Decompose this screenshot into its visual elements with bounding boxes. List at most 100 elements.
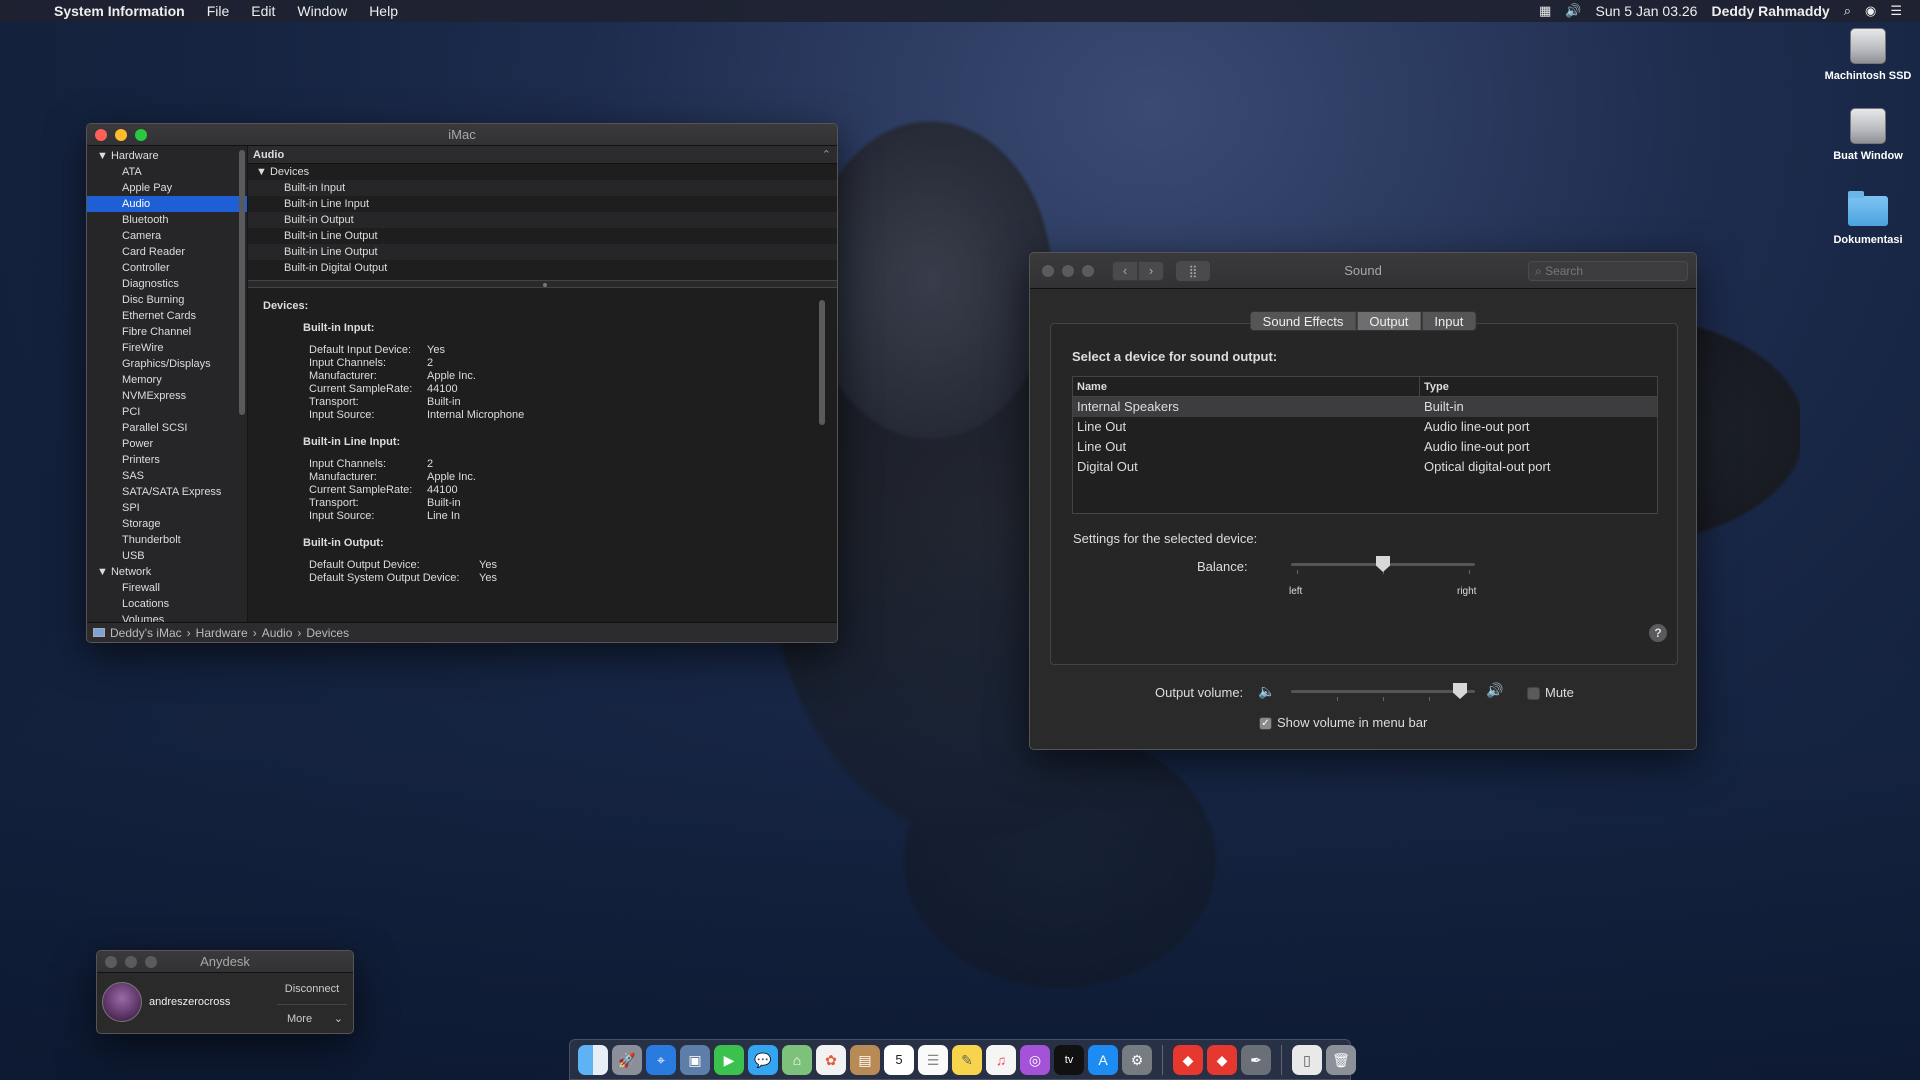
preview-icon[interactable]: ▣ (680, 1044, 710, 1075)
list-item[interactable]: Built-in Output (248, 212, 837, 228)
music-icon[interactable]: ♫ (986, 1044, 1016, 1075)
notification-center-icon[interactable]: ☰ (1890, 3, 1902, 19)
menu-window[interactable]: Window (297, 3, 347, 19)
balance-slider[interactable] (1291, 554, 1475, 584)
photos-icon[interactable]: ✿ (816, 1044, 846, 1075)
list-item[interactable]: Built-in Digital Output (248, 260, 837, 276)
section-header[interactable]: Audio ⌃ (248, 146, 837, 164)
spotlight-search-icon[interactable]: ⌕ (1844, 3, 1851, 19)
sidebar-item-controller[interactable]: Controller (87, 260, 247, 276)
anydesk-icon[interactable]: ◆ (1173, 1044, 1203, 1075)
trash-icon[interactable]: 🗑 (1326, 1044, 1356, 1075)
tab-sound-effects[interactable]: Sound Effects (1249, 311, 1357, 331)
sidebar-item-sata[interactable]: SATA/SATA Express (87, 484, 247, 500)
sidebar-item-memory[interactable]: Memory (87, 372, 247, 388)
sidebar-item-storage[interactable]: Storage (87, 516, 247, 532)
path-item[interactable]: Hardware (196, 623, 248, 643)
minimize-button[interactable] (1062, 264, 1074, 277)
detail-scrollbar[interactable] (819, 300, 825, 425)
desktop-icon-dokumentasi[interactable]: Dokumentasi (1813, 190, 1920, 246)
anydesk-icon-2[interactable]: ◆ (1207, 1044, 1237, 1075)
table-row[interactable]: Line Out Audio line-out port (1073, 437, 1657, 457)
reminders-icon[interactable]: ☰ (918, 1044, 948, 1075)
sidebar-item-power[interactable]: Power (87, 436, 247, 452)
output-volume-slider[interactable] (1291, 681, 1475, 705)
sidebar-item-diagnostics[interactable]: Diagnostics (87, 276, 247, 292)
system-preferences-icon[interactable]: ⚙ (1122, 1044, 1152, 1075)
forward-button[interactable]: › (1138, 260, 1164, 281)
path-item[interactable]: Audio (262, 623, 293, 643)
launchpad-icon[interactable]: 🚀 (612, 1044, 642, 1075)
sidebar-item-camera[interactable]: Camera (87, 228, 247, 244)
close-button[interactable] (1042, 264, 1054, 277)
menu-user[interactable]: Deddy Rahmaddy (1711, 3, 1829, 19)
sidebar-item-volumes[interactable]: Volumes (87, 612, 247, 622)
table-row[interactable]: Digital Out Optical digital-out port (1073, 457, 1657, 477)
calendar-icon[interactable]: 5 (884, 1044, 914, 1075)
balance-knob[interactable] (1376, 556, 1390, 572)
sidebar-item-spi[interactable]: SPI (87, 500, 247, 516)
sidebar-item-pci[interactable]: PCI (87, 404, 247, 420)
sidebar-item-audio[interactable]: Audio (87, 196, 247, 212)
safari-icon[interactable]: ⌖ (646, 1044, 676, 1075)
help-button[interactable]: ? (1649, 624, 1667, 642)
list-item[interactable]: Built-in Line Output (248, 228, 837, 244)
sidebar-item-parallel-scsi[interactable]: Parallel SCSI (87, 420, 247, 436)
tv-icon[interactable]: tv (1054, 1044, 1084, 1075)
notes-icon[interactable]: ✎ (952, 1044, 982, 1075)
maps-icon[interactable]: ⌂ (782, 1044, 812, 1075)
minimize-button[interactable] (125, 955, 137, 968)
column-header-type[interactable]: Type (1420, 377, 1449, 396)
finder-icon[interactable] (578, 1044, 608, 1075)
sidebar-item-card-reader[interactable]: Card Reader (87, 244, 247, 260)
app-name-menu[interactable]: System Information (54, 3, 185, 19)
table-row[interactable]: Internal Speakers Built-in (1073, 397, 1657, 417)
tab-input[interactable]: Input (1421, 311, 1477, 331)
volume-icon[interactable]: 🔊 (1565, 3, 1581, 19)
column-header-name[interactable]: Name (1073, 377, 1420, 396)
mute-checkbox[interactable] (1527, 687, 1540, 700)
sidebar-item-printers[interactable]: Printers (87, 452, 247, 468)
facetime-icon[interactable]: ▶ (714, 1044, 744, 1075)
sidebar-scrollbar[interactable] (239, 150, 245, 415)
document-icon[interactable]: ▯ (1292, 1044, 1322, 1075)
app-store-icon[interactable]: A (1088, 1044, 1118, 1075)
contacts-icon[interactable]: ▤ (850, 1044, 880, 1075)
show-all-grid-icon[interactable]: ⣿ (1176, 260, 1210, 281)
activity-monitor-icon[interactable]: ▦ (1539, 3, 1551, 19)
desktop-icon-buat-window[interactable]: Buat Window (1813, 108, 1920, 162)
sidebar-item-fibre-channel[interactable]: Fibre Channel (87, 324, 247, 340)
sidebar-item-locations[interactable]: Locations (87, 596, 247, 612)
zoom-button[interactable] (145, 955, 157, 968)
volume-knob[interactable] (1453, 683, 1467, 699)
path-item[interactable]: Devices (306, 623, 349, 643)
sidebar-item-ethernet-cards[interactable]: Ethernet Cards (87, 308, 247, 324)
siri-icon[interactable]: ◉ (1865, 3, 1876, 19)
path-item[interactable]: Deddy's iMac (110, 623, 182, 643)
menu-file[interactable]: File (207, 3, 230, 19)
title-bar[interactable]: ‹ › ⣿ Sound ⌕ Search (1030, 253, 1696, 289)
menu-edit[interactable]: Edit (251, 3, 275, 19)
sidebar-item-disc-burning[interactable]: Disc Burning (87, 292, 247, 308)
back-button[interactable]: ‹ (1112, 260, 1138, 281)
title-bar[interactable]: Anydesk (97, 951, 353, 973)
more-button[interactable]: More ⌄ (277, 1007, 347, 1031)
sidebar-item-sas[interactable]: SAS (87, 468, 247, 484)
sidebar-item-apple-pay[interactable]: Apple Pay (87, 180, 247, 196)
sidebar-item-nvmexpress[interactable]: NVMExpress (87, 388, 247, 404)
search-input[interactable]: ⌕ Search (1528, 261, 1688, 281)
desktop-icon-macintosh-ssd[interactable]: Machintosh SSD (1813, 28, 1920, 82)
sidebar-section-network[interactable]: ▼ Network (87, 564, 247, 580)
split-divider[interactable] (248, 280, 837, 288)
title-bar[interactable]: iMac (87, 124, 837, 146)
zoom-button[interactable] (1082, 264, 1094, 277)
tab-output[interactable]: Output (1356, 311, 1422, 331)
sidebar-item-graphics-displays[interactable]: Graphics/Displays (87, 356, 247, 372)
menu-help[interactable]: Help (369, 3, 398, 19)
messages-icon[interactable]: 💬 (748, 1044, 778, 1075)
zoom-button[interactable] (135, 128, 147, 141)
minimize-button[interactable] (115, 128, 127, 141)
menu-clock[interactable]: Sun 5 Jan 03.26 (1595, 3, 1697, 19)
sidebar-item-usb[interactable]: USB (87, 548, 247, 564)
list-group-devices[interactable]: ▼ Devices (248, 164, 837, 180)
